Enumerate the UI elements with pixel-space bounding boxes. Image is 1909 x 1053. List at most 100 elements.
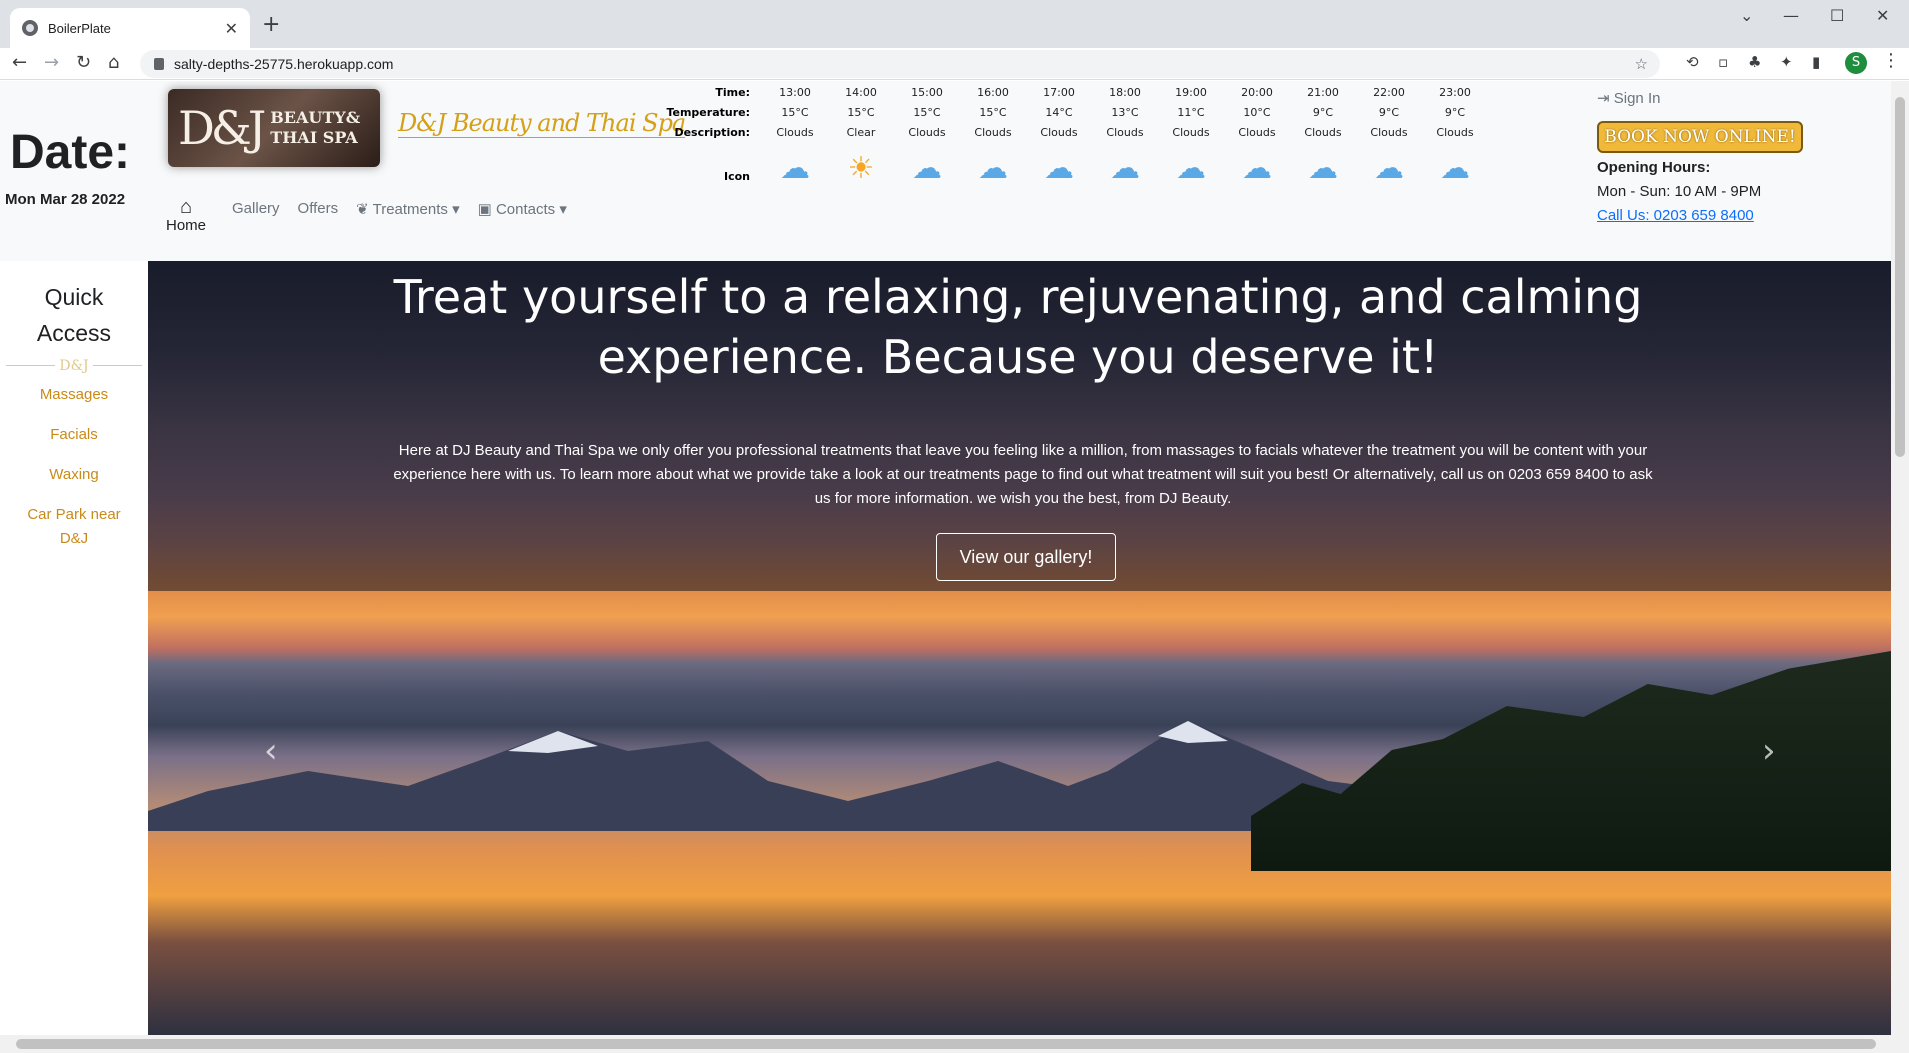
- nav-treatments[interactable]: ❦ Treatments ▾: [356, 197, 460, 218]
- quick-link-facials[interactable]: Facials: [0, 423, 148, 447]
- site-logo[interactable]: D&J BEAUTY& THAI SPA: [168, 89, 380, 167]
- tab-title: BoilerPlate: [48, 20, 111, 36]
- label-time: Time:: [715, 86, 750, 99]
- weather-desc: Clouds: [1106, 126, 1144, 139]
- weather-time: 13:00: [779, 86, 811, 99]
- sun-icon: ☀: [847, 151, 875, 186]
- logo-text: BEAUTY& THAI SPA: [270, 108, 360, 148]
- logo-text-1: BEAUTY&: [270, 108, 361, 127]
- weather-time: 14:00: [845, 86, 877, 99]
- weather-desc: Clouds: [1238, 126, 1276, 139]
- cloud-icon: ☁: [978, 151, 1008, 186]
- quick-access-divider: D&J: [6, 357, 142, 374]
- opening-hours-heading: Opening Hours:: [1597, 159, 1711, 176]
- cloud-icon: ☁: [1308, 151, 1338, 186]
- side-panel-icon[interactable]: ▮: [1812, 53, 1820, 71]
- extension-sync-icon[interactable]: ⟲: [1686, 53, 1699, 71]
- weather-time: 16:00: [977, 86, 1009, 99]
- minimize-icon[interactable]: —: [1783, 6, 1799, 25]
- cloud-icon: ☁: [1440, 151, 1470, 186]
- contact-card-icon: ▣: [477, 201, 492, 218]
- carousel-prev-icon[interactable]: ‹: [264, 731, 278, 771]
- sign-in-icon: ⇥: [1597, 90, 1610, 107]
- cloud-icon: ☁: [1176, 151, 1206, 186]
- hero-carousel: Treat yourself to a relaxing, rejuvenati…: [148, 261, 1891, 1035]
- caret-down-icon: ▾: [559, 201, 567, 218]
- nav-gallery[interactable]: Gallery: [232, 197, 280, 217]
- url-text: salty-depths-25775.herokuapp.com: [174, 56, 394, 72]
- quick-access-title: Quick Access: [0, 279, 148, 351]
- weather-hour: 13:00 15°C Clouds ☁: [762, 83, 828, 191]
- bookmark-star-icon[interactable]: ☆: [1635, 55, 1648, 73]
- weather-hour: 23:00 9°C Clouds ☁: [1422, 83, 1488, 191]
- cloud-icon: ☁: [780, 151, 810, 186]
- quick-link-car-park[interactable]: Car Park near D&J: [0, 503, 148, 551]
- label-temperature: Temperature:: [666, 106, 750, 119]
- weather-desc: Clouds: [908, 126, 946, 139]
- scroll-thumb[interactable]: [1895, 97, 1905, 457]
- browser-menu-icon[interactable]: ⋮: [1882, 50, 1900, 71]
- weather-desc: Clouds: [776, 126, 814, 139]
- book-now-button[interactable]: BOOK NOW ONLINE!: [1597, 121, 1803, 153]
- back-icon[interactable]: ←: [12, 52, 27, 73]
- weather-temp: 13°C: [1111, 106, 1139, 119]
- nav-home[interactable]: ⌂ Home: [166, 197, 206, 234]
- home-icon[interactable]: ⌂: [108, 52, 119, 73]
- browser-toolbar: ← → ↻ ⌂ salty-depths-25775.herokuapp.com…: [0, 48, 1909, 80]
- weather-time: 18:00: [1109, 86, 1141, 99]
- weather-temp: 15°C: [847, 106, 875, 119]
- close-tab-icon[interactable]: ✕: [225, 19, 238, 38]
- profile-avatar[interactable]: S: [1845, 52, 1867, 74]
- call-us-link[interactable]: Call Us: 0203 659 8400: [1597, 207, 1754, 224]
- quick-link-waxing[interactable]: Waxing: [0, 463, 148, 487]
- lock-icon[interactable]: [154, 58, 164, 70]
- logo-dj: D&J: [178, 101, 266, 155]
- scroll-thumb[interactable]: [16, 1039, 1876, 1049]
- cloud-icon: ☁: [1044, 151, 1074, 186]
- hero-paragraph: Here at DJ Beauty and Thai Spa we only o…: [393, 442, 1653, 507]
- sign-in-label: Sign In: [1613, 90, 1661, 107]
- date-value: Mon Mar 28 2022: [5, 191, 126, 208]
- new-tab-icon[interactable]: +: [262, 12, 280, 37]
- sign-in-link[interactable]: ⇥ Sign In: [1597, 89, 1660, 107]
- home-icon: ⌂: [179, 196, 193, 218]
- weather-temp: 9°C: [1312, 106, 1334, 119]
- nav-treatments-label: Treatments: [372, 201, 448, 218]
- carousel-next-icon[interactable]: ›: [1762, 731, 1776, 771]
- date-heading: Date:: [10, 126, 131, 179]
- quick-link-massages[interactable]: Massages: [0, 383, 148, 407]
- forward-icon[interactable]: →: [44, 52, 59, 73]
- tab-search-icon[interactable]: ⌄: [1740, 6, 1753, 25]
- horizontal-scrollbar[interactable]: [0, 1035, 1909, 1053]
- weather-time: 19:00: [1175, 86, 1207, 99]
- nav-contacts[interactable]: ▣ Contacts ▾: [478, 197, 567, 218]
- reload-icon[interactable]: ↻: [76, 52, 91, 73]
- maximize-icon[interactable]: ☐: [1830, 6, 1844, 25]
- close-window-icon[interactable]: ✕: [1876, 6, 1889, 25]
- browser-tab[interactable]: BoilerPlate ✕: [10, 8, 250, 48]
- extension-plant-icon[interactable]: ♣: [1748, 53, 1761, 71]
- weather-desc: Clouds: [1040, 126, 1078, 139]
- caret-down-icon: ▾: [452, 201, 460, 218]
- vertical-scrollbar[interactable]: [1891, 81, 1909, 1035]
- weather-hour: 21:00 9°C Clouds ☁: [1290, 83, 1356, 191]
- weather-temp: 14°C: [1045, 106, 1073, 119]
- cloud-icon: ☁: [1110, 151, 1140, 186]
- extensions-puzzle-icon[interactable]: ✦: [1780, 53, 1793, 71]
- web-page: Date: Mon Mar 28 2022 D&J BEAUTY& THAI S…: [0, 81, 1891, 1035]
- extension-b-icon[interactable]: ▫: [1718, 53, 1728, 71]
- address-bar[interactable]: salty-depths-25775.herokuapp.com ☆: [140, 50, 1660, 78]
- view-gallery-button[interactable]: View our gallery!: [936, 533, 1116, 581]
- globe-icon: [22, 20, 38, 36]
- site-header: Date: Mon Mar 28 2022 D&J BEAUTY& THAI S…: [0, 81, 1891, 261]
- nav-offers[interactable]: Offers: [298, 197, 339, 217]
- weather-temp: 15°C: [979, 106, 1007, 119]
- weather-time: 21:00: [1307, 86, 1339, 99]
- label-icon: Icon: [723, 170, 750, 183]
- weather-hour: 16:00 15°C Clouds ☁: [960, 83, 1026, 191]
- cloud-icon: ☁: [1242, 151, 1272, 186]
- weather-time: 15:00: [911, 86, 943, 99]
- hero-headline: Treat yourself to a relaxing, rejuvenati…: [393, 270, 1643, 384]
- weather-hour: 17:00 14°C Clouds ☁: [1026, 83, 1092, 191]
- quick-access-sidebar: Quick Access D&J Massages Facials Waxing…: [0, 261, 148, 1035]
